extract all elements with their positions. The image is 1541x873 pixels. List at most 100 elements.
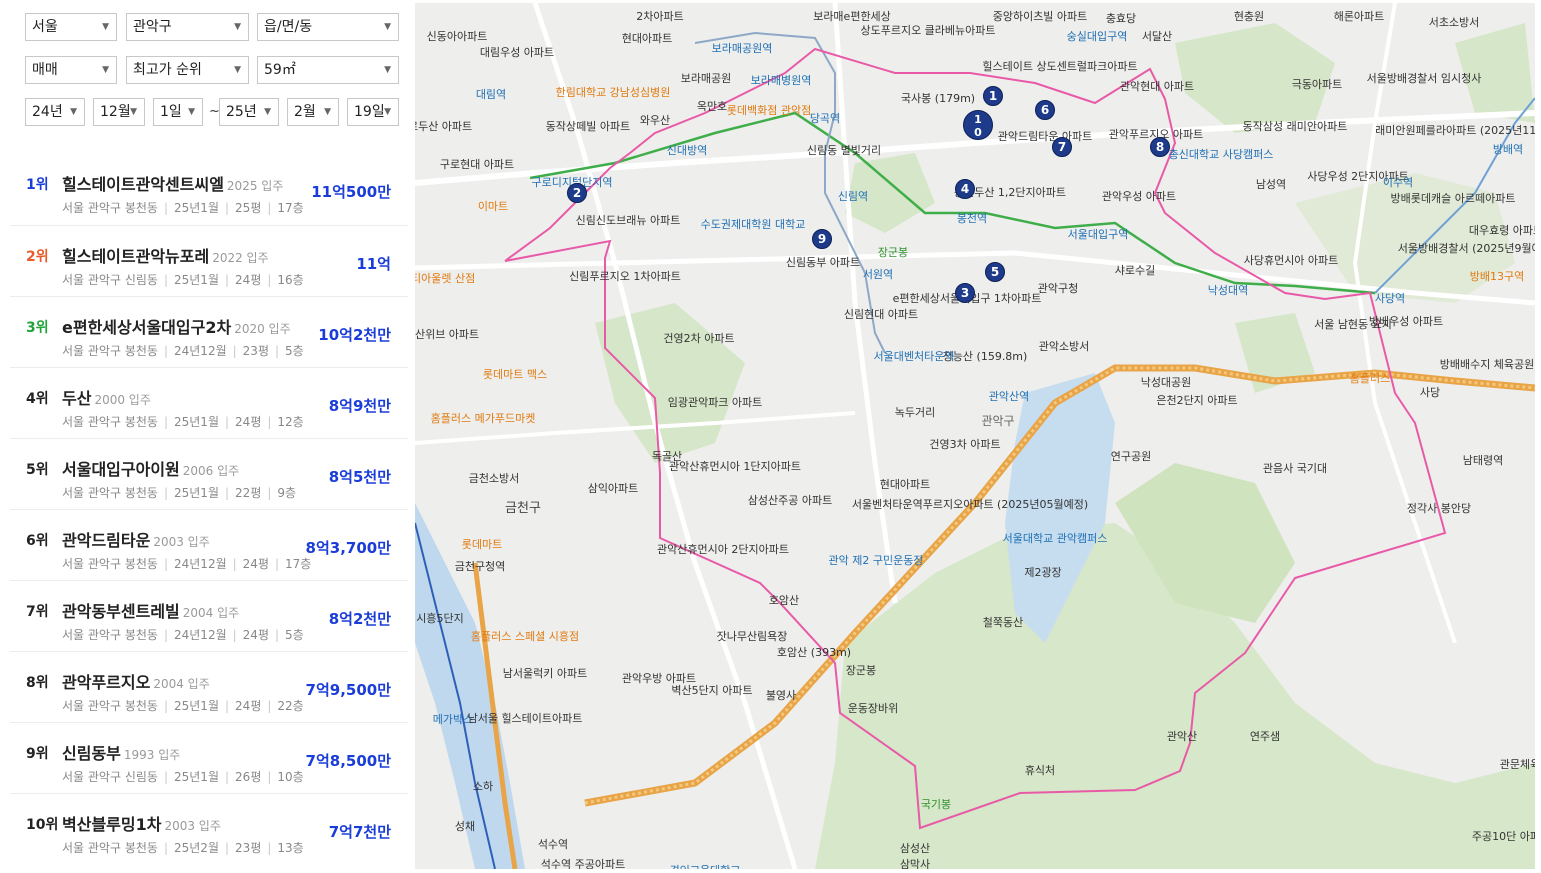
deal-price: 8억9천만	[328, 397, 391, 415]
rank-marker[interactable]: 8	[1150, 137, 1170, 157]
rank-marker[interactable]: 4	[955, 179, 975, 199]
map-place-label: 불영사	[765, 689, 797, 702]
start-month-value: 12월	[100, 104, 131, 120]
apartment-name: 서울대입구아이원 2006 입주	[62, 456, 239, 480]
rank-number: 5위	[26, 462, 49, 478]
map-place-label: 서원역	[862, 268, 894, 281]
apartment-size: 24평	[235, 415, 262, 429]
rank-marker[interactable]: 1	[983, 86, 1003, 106]
rank-row[interactable]: 7위 관악동부센트레빌 2004 입주 서울 관악구 봉천동 | 24년12월 | 24평 | 5…	[10, 580, 408, 651]
rank-marker[interactable]: 9	[812, 229, 832, 249]
end-month-select[interactable]: 2월 ▼	[287, 98, 339, 126]
rank-row[interactable]: 1위 힐스테이트관악센트씨엘 2025 입주 서울 관악구 봉천동 | 25년1월 | 25평…	[10, 154, 408, 225]
rank-row[interactable]: 2위 힐스테이트관악뉴포레 2022 입주 서울 관악구 신림동 | 25년1월 | 24평 |…	[10, 225, 408, 296]
apartment-meta: 서울 관악구 봉천동 | 24년12월 | 23평 | 5층	[62, 344, 304, 358]
sort-select[interactable]: 최고가 순위 ▼	[126, 56, 249, 84]
start-month-select[interactable]: 12월 ▼	[93, 98, 145, 126]
rank-row[interactable]: 8위 관악푸르지오 2004 입주 서울 관악구 봉천동 | 25년1월 | 24평 | 22층 7…	[10, 651, 408, 722]
map-place-label: 홈플러스 스페셜 시흥점	[470, 630, 580, 643]
deal-price: 8억3,700만	[305, 539, 391, 557]
map-place-label: 신대방역	[666, 144, 708, 157]
map-place-label: 사당역	[1374, 292, 1406, 305]
deal-type-select[interactable]: 매매 ▼	[25, 56, 117, 84]
map-place-label: 삼성산주공 아파트	[747, 494, 833, 507]
map-place-label: 보라매병원역	[750, 74, 812, 87]
deal-date: 25년1월	[174, 770, 219, 784]
deal-price: 11억500만	[311, 183, 391, 201]
map-place-label: 관악소방서	[1038, 340, 1090, 353]
map-place-label: 당곡역	[809, 112, 841, 125]
map-place-label: 수도권제대학원 대학교	[700, 218, 806, 231]
end-day-select[interactable]: 19일 ▼	[347, 98, 399, 126]
map-place-label: 건영2차 아파트	[663, 332, 735, 345]
deal-price: 7억9,500만	[305, 681, 391, 699]
chevron-down-icon: ▼	[234, 22, 241, 32]
rank-marker[interactable]: 2	[567, 183, 587, 203]
apartment-size: 25평	[235, 201, 262, 215]
map-place-label: 보라매공원	[680, 72, 732, 85]
map-place-label: 서울방배경찰서 임시청사	[1366, 72, 1482, 85]
start-day-select[interactable]: 1일 ▼	[153, 98, 203, 126]
area-select[interactable]: 59㎡ ▼	[257, 56, 399, 84]
apartment-name: 관악동부센트레빌 2004 입주	[62, 598, 239, 622]
map-place-label: 국기봉	[920, 798, 952, 811]
move-in-year: 2022 입주	[212, 251, 269, 265]
map-place-label: 삼익아파트	[587, 482, 639, 495]
map-place-label: 롯데마트	[461, 538, 503, 551]
apartment-location: 서울 관악구 봉천동	[62, 699, 158, 713]
apartment-name-text: 두산	[62, 389, 92, 408]
end-day-value: 19일	[354, 104, 385, 120]
district-select[interactable]: 관악구 ▼	[126, 13, 249, 41]
map-place-label: 롯데백화점 관악점	[726, 104, 812, 117]
apartment-floor: 13층	[277, 841, 304, 855]
map-place-label: 총신대학교 사당캠퍼스	[1168, 148, 1274, 161]
map-place-label: 독골산	[651, 450, 683, 463]
move-in-year: 2003 입주	[164, 819, 221, 833]
rank-row[interactable]: 10위 벽산블루밍1차 2003 입주 서울 관악구 봉천동 | 25년2월 | 23평 | 13…	[10, 793, 408, 864]
rank-marker[interactable]: 5	[985, 262, 1005, 282]
start-year-select[interactable]: 24년 ▼	[25, 98, 85, 126]
rank-marker[interactable]: 3	[955, 283, 975, 303]
city-select[interactable]: 서울 ▼	[25, 13, 117, 41]
move-in-year: 2003 입주	[153, 535, 210, 549]
rank-marker[interactable]: 6	[1035, 100, 1055, 120]
map-place-label: 대우효령 아파트	[1468, 224, 1535, 237]
dong-select-value: 읍/면/동	[264, 19, 313, 35]
deal-price: 8억5천만	[328, 468, 391, 486]
map-place-label: 국사봉 (179m)	[900, 92, 976, 105]
apartment-name-text: 관악동부센트레빌	[62, 602, 180, 621]
rank-marker[interactable]: 7	[1052, 137, 1072, 157]
apartment-location: 서울 관악구 신림동	[62, 770, 158, 784]
apartment-floor: 12층	[277, 415, 304, 429]
apartment-size: 23평	[242, 344, 269, 358]
apartment-name-text: 서울대입구아이원	[62, 460, 180, 479]
rank-row[interactable]: 4위 두산 2000 입주 서울 관악구 봉천동 | 25년1월 | 24평 | 12층 8억9천만	[10, 367, 408, 438]
chevron-down-icon: ▼	[324, 107, 331, 117]
rank-row[interactable]: 3위 e편한세상서울대입구2차 2020 입주 서울 관악구 봉천동 | 24년12월 | 2…	[10, 296, 408, 367]
chevron-down-icon: ▼	[384, 22, 391, 32]
map-place-label: 대림역	[475, 88, 507, 101]
rank-number: 3위	[26, 320, 49, 336]
city-select-value: 서울	[32, 19, 58, 35]
dong-select[interactable]: 읍/면/동 ▼	[257, 13, 399, 41]
rank-number: 1위	[26, 177, 49, 193]
rank-marker[interactable]: 10	[963, 110, 993, 140]
map-view[interactable]: 2차아파트 보라매e편한세상 상도푸르지오 클라베뉴아파트 중앙하이츠빌 아파트 충효당…	[415, 3, 1535, 869]
map-place-label: 삼막사	[899, 858, 931, 870]
map-place-label: 관악현대 아파트	[1119, 80, 1195, 93]
map-place-label: 시흥5단지	[416, 612, 464, 625]
map-place-label: 구산위브 아파트	[415, 328, 480, 341]
rank-row[interactable]: 6위 관악드림타운 2003 입주 서울 관악구 봉천동 | 24년12월 | 24평 | 17층…	[10, 509, 408, 580]
apartment-meta: 서울 관악구 봉천동 | 24년12월 | 24평 | 17층	[62, 557, 312, 571]
rank-row[interactable]: 9위 신림동부 1993 입주 서울 관악구 신림동 | 25년1월 | 26평 | 10층 7억8…	[10, 722, 408, 793]
rank-row[interactable]: 5위 서울대입구아이원 2006 입주 서울 관악구 봉천동 | 25년1월 | 22평 | 9층…	[10, 438, 408, 509]
apartment-name: 관악드림타운 2003 입주	[62, 527, 210, 551]
map-place-label: 임광관악파크 아파트	[667, 396, 763, 409]
map-place-label: 관악드림타운 아파트	[997, 130, 1093, 143]
end-year-select[interactable]: 25년 ▼	[219, 98, 279, 126]
map-place-label: 관문체육	[1499, 758, 1535, 771]
chevron-down-icon: ▼	[102, 22, 109, 32]
start-day-value: 1일	[160, 104, 182, 120]
map-place-label: 사당휴먼시아 아파트	[1243, 254, 1339, 267]
apartment-floor: 9층	[277, 486, 297, 500]
